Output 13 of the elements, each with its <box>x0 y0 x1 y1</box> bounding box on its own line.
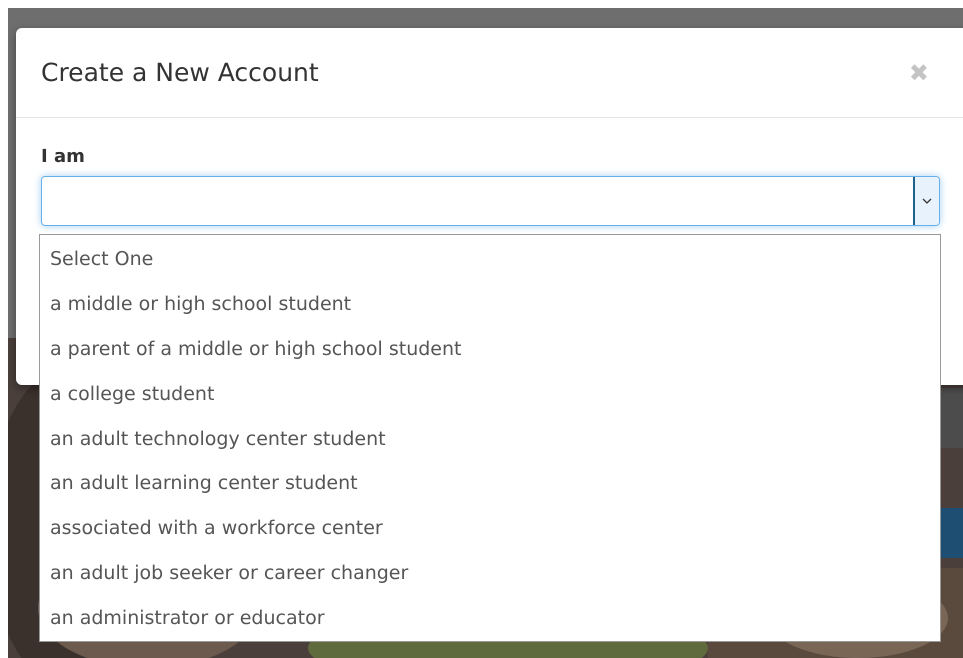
dropdown-option[interactable]: an administrator or educator <box>40 596 940 642</box>
field-label: I am <box>41 146 86 167</box>
dropdown-option[interactable]: associated with a workforce center <box>40 506 940 552</box>
dropdown-option[interactable]: a college student <box>40 372 940 417</box>
dropdown-option[interactable]: a parent of a middle or high school student <box>40 326 940 372</box>
dropdown-option[interactable]: an adult technology center student <box>40 416 940 462</box>
chevron-icon <box>922 198 932 204</box>
dialog-title: Create a New Account <box>41 58 320 87</box>
select-field[interactable] <box>41 176 940 226</box>
dropdown-option[interactable]: an adult learning center student <box>40 461 940 506</box>
dropdown-option[interactable]: a middle or high school student <box>40 282 940 327</box>
dropdown-option[interactable]: Select One <box>40 237 940 282</box>
dropdown-option[interactable]: an adult job seeker or career changer <box>40 551 940 596</box>
